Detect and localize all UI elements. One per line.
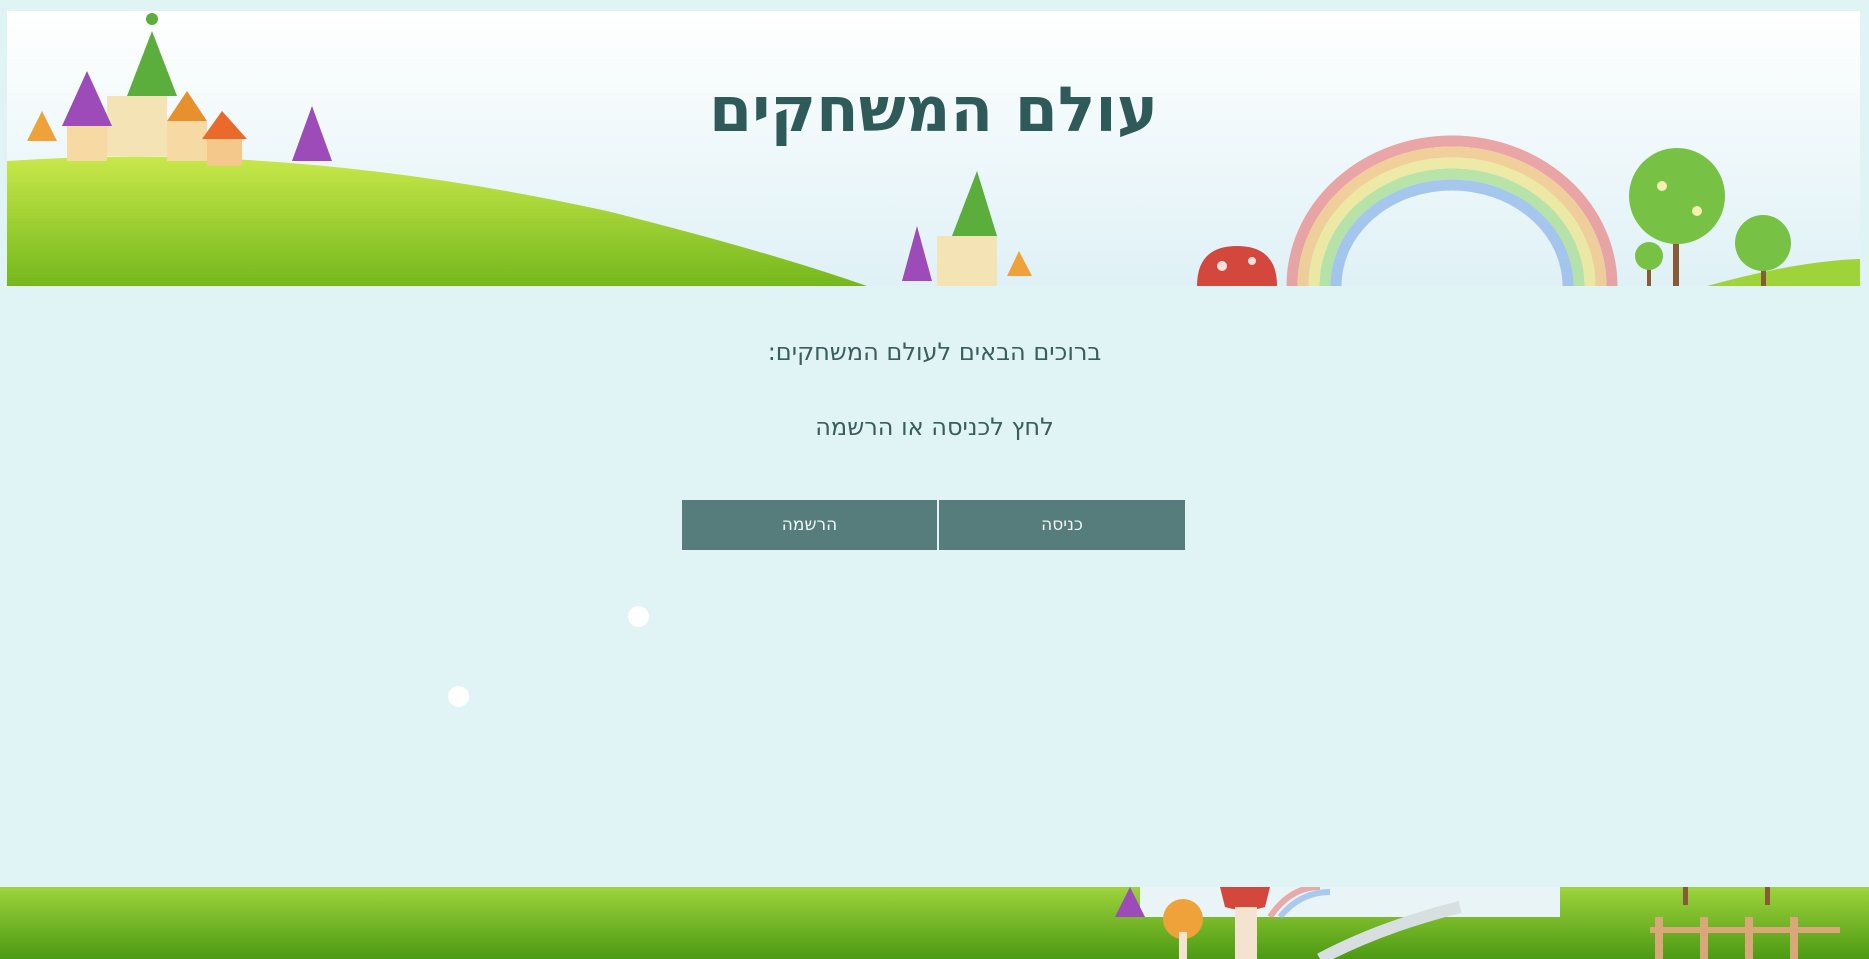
register-button[interactable]: הרשמה: [682, 500, 937, 550]
header-banner: עולם המשחקים: [7, 11, 1860, 286]
auth-buttons: כניסה הרשמה: [682, 500, 1185, 550]
login-button[interactable]: כניסה: [939, 500, 1185, 550]
prompt-text: לחץ לכניסה או הרשמה: [815, 413, 1054, 441]
decorative-dot: [628, 606, 649, 627]
banner-illustration: [7, 11, 1860, 286]
footer-banner: [0, 887, 1869, 959]
page-title: עולם המשחקים: [709, 73, 1158, 146]
button-divider: [937, 500, 939, 550]
decorative-dot: [448, 686, 469, 707]
footer-illustration: [0, 887, 1869, 959]
welcome-text: ברוכים הבאים לעולם המשחקים:: [767, 338, 1102, 366]
